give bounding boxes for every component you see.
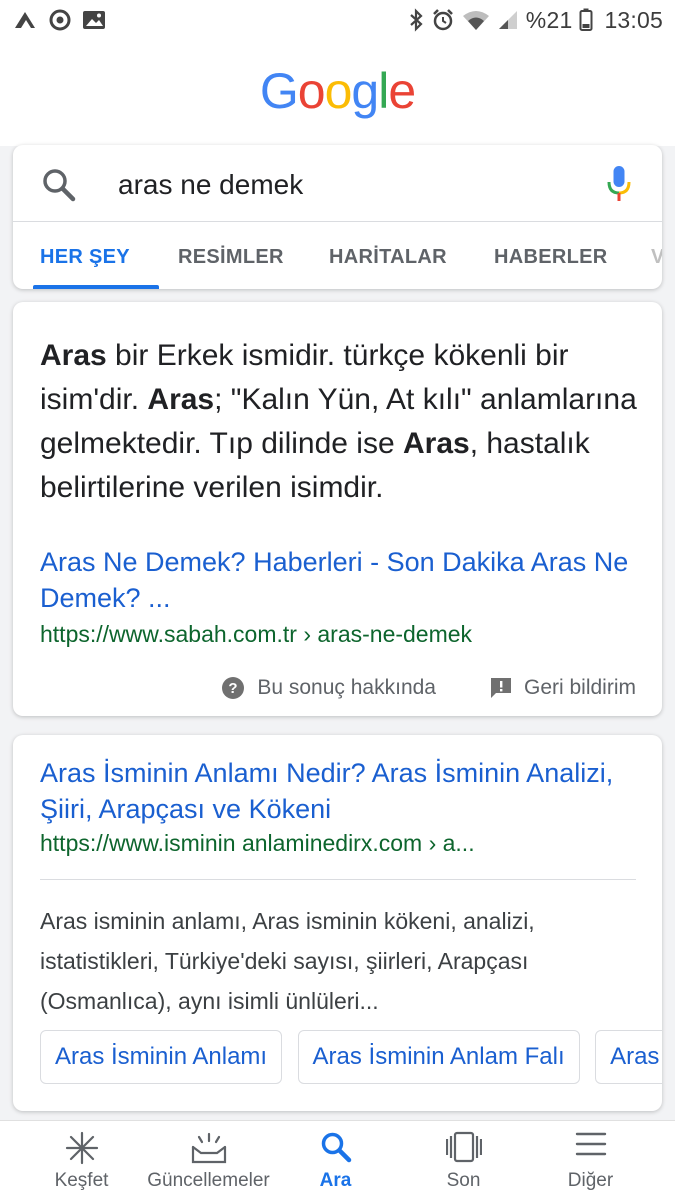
sitelink-chip[interactable]: Aras İsminin Anlamı [40,1030,283,1084]
logo-letter: e [388,63,416,119]
sitelink-chip[interactable]: Aras [595,1030,662,1084]
clock: 13:05 [604,6,663,33]
active-tab-indicator [33,285,159,289]
snippet-keyword: Aras [147,383,215,416]
weather-icon [12,8,38,32]
tab-maps[interactable]: HARİTALAR [329,246,447,269]
feedback-row: ? Bu sonuç hakkında Geri bildirim [221,676,636,700]
divider [40,879,636,880]
tab-images[interactable]: RESİMLER [178,246,284,269]
gallery-icon [82,9,106,31]
about-result-button[interactable]: ? Bu sonuç hakkında [221,676,436,700]
status-left-icons [12,8,106,32]
search-icon [320,1131,352,1168]
nav-updates[interactable]: Güncellemeler [141,1121,276,1200]
bottom-navigation: Keşfet Güncellemeler Ara Son Diğer [0,1120,675,1200]
logo-letter: o [297,63,326,119]
search-icon[interactable] [41,167,77,208]
tab-videos-partial[interactable]: V [651,246,662,269]
snippet-keyword: Aras [402,427,470,460]
result-url[interactable]: https://www.isminin anlaminedirx.com › a… [40,828,640,858]
asterisk-icon [65,1131,99,1170]
nav-more[interactable]: Diğer [523,1121,658,1200]
search-input[interactable]: aras ne demek [118,169,303,201]
app-header: Google [0,40,675,146]
status-bar: %21 13:05 [0,0,675,40]
search-result-card: Aras İsminin Anlamı Nedir? Aras İsminin … [13,735,662,1111]
nav-label: Diğer [567,1170,614,1191]
feedback-icon [490,678,511,698]
recent-cards-icon [445,1131,482,1168]
featured-snippet-text: Aras bir Erkek ismidir. türkçe kökenli b… [40,334,640,510]
microphone-icon[interactable] [606,165,632,208]
about-result-label: Bu sonuç hakkında [257,676,436,699]
signal-icon [497,9,519,31]
nav-discover[interactable]: Keşfet [14,1121,149,1200]
updates-tray-icon [191,1131,227,1170]
nav-search[interactable]: Ara [268,1121,403,1200]
google-app-screen: %21 13:05 Google aras ne demek HER ŞEY R… [0,0,675,1200]
search-card: aras ne demek HER ŞEY RESİMLER HARİTALAR… [13,145,662,289]
status-right-icons: %21 13:05 [408,7,663,34]
nav-label: Son [446,1170,481,1191]
feedback-label: Geri bildirim [523,676,636,699]
snippet-keyword: Aras [40,339,107,372]
featured-result-url[interactable]: https://www.sabah.com.tr › aras-ne-demek [40,619,640,649]
nav-label: Keşfet [54,1170,109,1191]
nav-label: Güncellemeler [147,1170,270,1191]
sitelink-chip[interactable]: Aras İsminin Anlam Falı [297,1030,580,1084]
svg-text:?: ? [229,680,238,697]
featured-snippet-card: Aras bir Erkek ismidir. türkçe kökenli b… [13,302,662,716]
help-circle-icon: ? [222,677,245,699]
menu-icon [575,1131,607,1162]
tab-news[interactable]: HABERLER [494,246,608,269]
logo-letter: l [378,63,389,119]
result-description: Aras isminin anlamı, Aras isminin kökeni… [40,908,535,1014]
tab-all[interactable]: HER ŞEY [40,246,130,269]
search-bar[interactable]: aras ne demek [13,145,662,222]
result-link[interactable]: Aras İsminin Anlamı Nedir? Aras İsminin … [40,755,640,827]
bluetooth-icon [408,8,424,32]
wifi-icon [462,9,490,31]
alarm-icon [431,8,455,32]
logo-letter: o [324,63,353,119]
nav-label: Ara [319,1170,352,1191]
search-tabs: HER ŞEY RESİMLER HARİTALAR HABERLER V [13,222,662,289]
logo-letter: G [259,63,299,119]
data-saver-icon [48,8,72,32]
battery-percent: %21 [525,6,573,33]
battery-icon [579,8,593,32]
google-logo: Google [0,62,675,120]
logo-letter: g [351,63,379,119]
feedback-button[interactable]: Geri bildirim [490,676,636,700]
sitelink-chips: Aras İsminin Anlamı Aras İsminin Anlam F… [40,1030,662,1084]
featured-result-link[interactable]: Aras Ne Demek? Haberleri - Son Dakika Ar… [40,544,640,616]
nav-recent[interactable]: Son [396,1121,531,1200]
